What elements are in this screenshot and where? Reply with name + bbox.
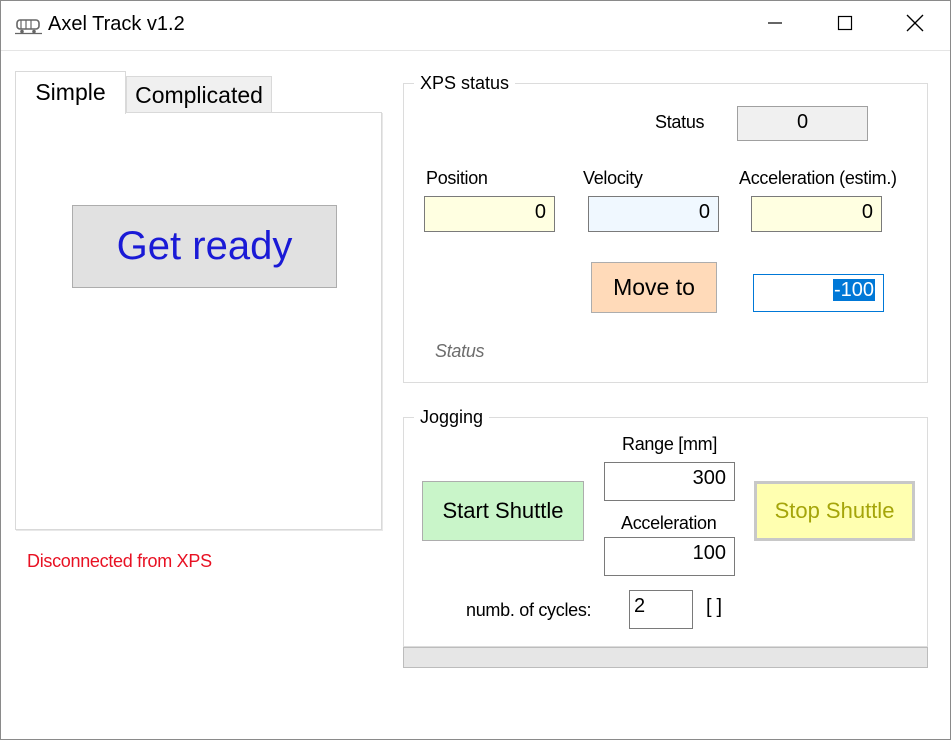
title-bar: Axel Track v1.2 bbox=[1, 1, 950, 51]
jogging-legend: Jogging bbox=[414, 407, 490, 428]
minimize-button[interactable] bbox=[740, 1, 810, 50]
status-value-field: 0 bbox=[737, 106, 868, 141]
xps-status-text: Status bbox=[435, 341, 485, 361]
tab-panel-simple bbox=[15, 112, 382, 530]
maximize-icon bbox=[837, 15, 853, 36]
move-to-button[interactable]: Move to bbox=[591, 262, 717, 313]
jog-acceleration-label: Acceleration bbox=[621, 513, 717, 533]
status-label: Status bbox=[655, 112, 705, 132]
close-button[interactable] bbox=[880, 1, 950, 50]
tab-complicated[interactable]: Complicated bbox=[126, 76, 272, 114]
app-window: Axel Track v1.2 Simple Complicated Get r… bbox=[0, 0, 951, 740]
acceleration-estim-label: Acceleration (estim.) bbox=[739, 168, 897, 188]
cycles-input[interactable]: 2 bbox=[629, 590, 693, 629]
get-ready-button[interactable]: Get ready bbox=[72, 205, 337, 288]
range-input[interactable]: 300 bbox=[604, 462, 735, 501]
cycles-unit-label: [ ] bbox=[706, 596, 722, 618]
train-icon bbox=[15, 17, 43, 40]
range-label: Range [mm] bbox=[622, 434, 718, 454]
start-shuttle-button[interactable]: Start Shuttle bbox=[422, 481, 584, 541]
minimize-icon bbox=[767, 15, 783, 36]
move-to-input[interactable]: -100 bbox=[753, 274, 884, 312]
xps-status-legend: XPS status bbox=[414, 73, 516, 94]
client-area: Simple Complicated Get ready Disconnecte… bbox=[1, 51, 950, 739]
close-icon bbox=[906, 14, 924, 37]
stop-shuttle-button[interactable]: Stop Shuttle bbox=[754, 481, 915, 541]
maximize-button[interactable] bbox=[810, 1, 880, 50]
move-to-input-selection: -100 bbox=[832, 279, 875, 301]
acceleration-estim-field: 0 bbox=[751, 196, 882, 232]
position-label: Position bbox=[426, 168, 488, 188]
cycles-label: numb. of cycles: bbox=[466, 600, 592, 620]
progress-bar bbox=[403, 647, 928, 668]
position-field: 0 bbox=[424, 196, 555, 232]
connection-status-label: Disconnected from XPS bbox=[27, 551, 212, 571]
jog-acceleration-input[interactable]: 100 bbox=[604, 537, 735, 576]
tab-simple[interactable]: Simple bbox=[15, 71, 126, 114]
window-title: Axel Track v1.2 bbox=[48, 13, 185, 35]
velocity-label: Velocity bbox=[583, 168, 643, 188]
velocity-field: 0 bbox=[588, 196, 719, 232]
